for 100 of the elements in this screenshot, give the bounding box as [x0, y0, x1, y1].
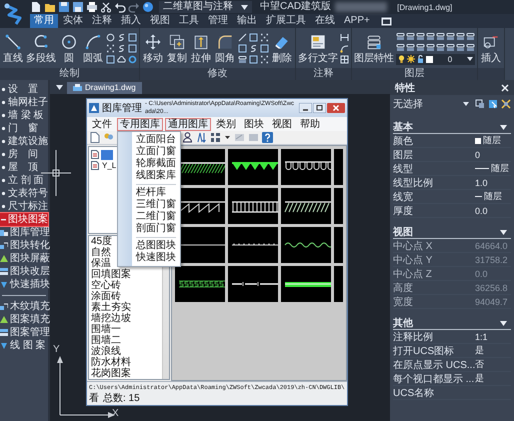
globe-icon[interactable]: [142, 1, 154, 13]
square-icon[interactable]: [260, 44, 269, 52]
square-icon[interactable]: [238, 44, 247, 52]
selection-dropdown[interactable]: 无选择: [393, 97, 472, 111]
table-icon[interactable]: [340, 54, 349, 64]
save-icon[interactable]: [58, 1, 70, 13]
menu-item[interactable]: 立面门窗: [136, 146, 176, 158]
drawing-tab[interactable]: Drawing1.dwg: [67, 82, 142, 94]
sidebar-item[interactable]: 立 剖 面: [0, 174, 48, 187]
ribbon-button[interactable]: 圆角: [214, 31, 236, 65]
tree-item[interactable]: Y_L: [101, 160, 118, 170]
menu-item[interactable]: 文件: [89, 118, 115, 130]
sidebar-item[interactable]: 木纹填充: [0, 300, 48, 313]
scissors-icon[interactable]: [100, 1, 112, 13]
chevron-icon[interactable]: [500, 124, 507, 130]
line-icon[interactable]: [238, 32, 247, 42]
pattern-thumbnail[interactable]: [228, 188, 278, 224]
list-item[interactable]: 花岗图案: [91, 368, 162, 379]
sidebar-item[interactable]: 图案管理: [0, 326, 48, 339]
square-icon[interactable]: [106, 54, 115, 64]
menu-item[interactable]: 图块: [241, 118, 267, 130]
sidebar-item[interactable]: 墙 梁 板: [0, 109, 48, 122]
sidebar-item[interactable]: 快速插块: [0, 278, 48, 291]
list-item[interactable]: 回填图案: [91, 269, 162, 280]
selection-highlight[interactable]: [101, 150, 113, 160]
layer-icon[interactable]: [466, 32, 475, 40]
layer-icon[interactable]: [426, 32, 435, 40]
curve-icon[interactable]: [249, 44, 258, 52]
pattern-thumbnail[interactable]: [334, 227, 343, 263]
help-icon[interactable]: [262, 132, 273, 143]
sort-icon[interactable]: [196, 132, 207, 143]
sidebar-item[interactable]: 尺寸标注: [0, 200, 48, 213]
layer-icon[interactable]: [446, 32, 455, 40]
ribbon-button[interactable]: 多段线: [26, 31, 56, 65]
menu-tab[interactable]: 输出: [233, 14, 261, 28]
toggle-pickadd-icon[interactable]: [501, 99, 511, 109]
close-button[interactable]: [327, 103, 345, 113]
ribbon-button[interactable]: 圆弧: [82, 31, 104, 65]
layer-icon[interactable]: [466, 42, 475, 52]
menu-tab[interactable]: 视图: [146, 14, 174, 28]
sidebar-item[interactable]: 文表符号: [0, 187, 48, 200]
layer-icon[interactable]: [456, 32, 465, 40]
pattern-thumbnail[interactable]: [334, 266, 343, 302]
maximize-button[interactable]: [313, 103, 326, 113]
dropdown-icon[interactable]: [56, 85, 63, 90]
dots-icon[interactable]: [260, 54, 269, 64]
ribbon-button[interactable]: 移动: [142, 31, 164, 65]
sidebar-item[interactable]: 图案填充: [0, 313, 48, 326]
person-icon[interactable]: [182, 132, 193, 143]
pattern-thumbnail[interactable]: [228, 227, 278, 263]
ribbon-button[interactable]: 拉伸: [190, 31, 212, 65]
list-item[interactable]: 波浪线: [91, 346, 162, 357]
chevron-icon[interactable]: [500, 230, 507, 234]
printer-icon[interactable]: [86, 1, 98, 13]
sidebar-item[interactable]: 门 窗: [0, 122, 48, 135]
pattern-thumbnail[interactable]: [228, 149, 278, 185]
leader-icon[interactable]: [340, 44, 349, 52]
section-title[interactable]: 基本: [393, 120, 413, 134]
sidebar-item[interactable]: 建筑设施: [0, 135, 48, 148]
menu-item[interactable]: 线图案库: [136, 170, 176, 182]
layer-icon[interactable]: [238, 54, 247, 64]
list-item[interactable]: 围墙一: [91, 324, 162, 335]
quick-select-icon[interactable]: [475, 99, 485, 109]
layer-icon[interactable]: [426, 42, 435, 52]
menu-tab[interactable]: 插入: [117, 14, 145, 28]
cloud-icon[interactable]: [117, 54, 126, 64]
pattern-thumbnail[interactable]: [334, 149, 343, 185]
menu-tab[interactable]: 实体: [59, 14, 87, 28]
dots-icon[interactable]: [106, 44, 115, 52]
section-title[interactable]: 其他: [393, 316, 413, 330]
layer-icon[interactable]: [406, 32, 415, 40]
sidebar-item[interactable]: 图块改层: [0, 265, 48, 278]
layer-icon[interactable]: [436, 42, 445, 52]
menu-tab[interactable]: 工具: [175, 14, 203, 28]
ribbon-button[interactable]: 删除: [271, 31, 293, 65]
chevron-icon[interactable]: [500, 320, 507, 326]
menu-item[interactable]: 三维门窗: [136, 199, 176, 211]
save-icon[interactable]: [72, 1, 84, 13]
list-item[interactable]: 防水材料: [91, 357, 162, 368]
pattern-thumbnail[interactable]: [281, 227, 331, 263]
ribbon-button[interactable]: 多行文字: [298, 31, 338, 65]
ring-icon[interactable]: [128, 54, 137, 64]
undo-icon[interactable]: [114, 1, 126, 13]
square-icon[interactable]: [249, 54, 258, 64]
workspace-dropdown[interactable]: 二维草图与注释: [159, 1, 252, 13]
select-objects-icon[interactable]: [488, 99, 498, 109]
menu-tab[interactable]: 注释: [88, 14, 116, 28]
menu-item[interactable]: 轮廓截面: [136, 158, 176, 170]
circle-icon[interactable]: [106, 32, 115, 42]
pattern-thumbnail[interactable]: [228, 266, 278, 302]
menu-item[interactable]: 快速图块: [136, 252, 176, 264]
sidebar-item[interactable]: 房 间: [0, 148, 48, 161]
ribbon-button[interactable]: 插入: [480, 31, 502, 65]
ribbon-button[interactable]: 直线: [2, 31, 24, 65]
layer-icon[interactable]: [456, 42, 465, 52]
dimension-icon[interactable]: [340, 32, 349, 42]
menu-item[interactable]: 专用图库: [117, 118, 163, 130]
menu-item[interactable]: 总图图块: [136, 240, 176, 252]
square-icon[interactable]: [128, 44, 137, 52]
list-item[interactable]: 涂面砖: [91, 291, 162, 302]
